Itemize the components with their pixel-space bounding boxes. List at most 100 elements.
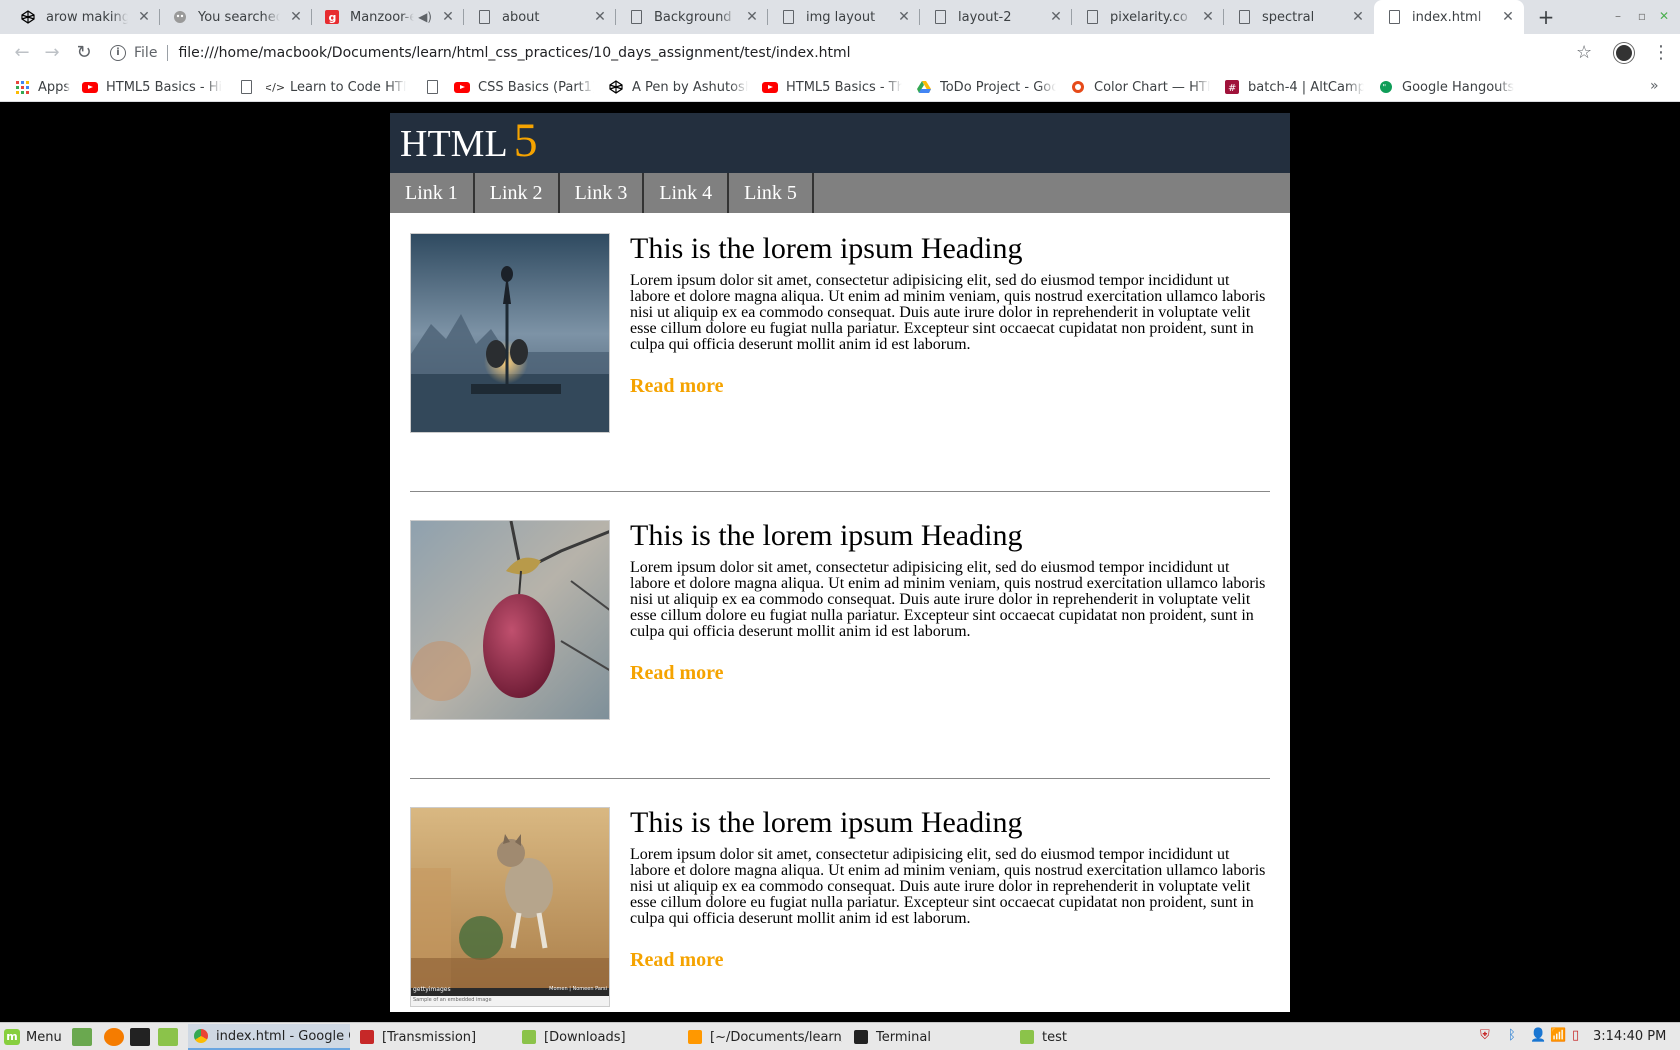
taskbar-item[interactable]: test <box>1014 1024 1174 1050</box>
reload-icon[interactable]: ↻ <box>72 41 96 65</box>
bookmark-item[interactable]: CSS Basics (Part1) – <box>454 78 594 96</box>
bookmark-item[interactable] <box>238 78 254 96</box>
taskbar-item[interactable]: [~/Documents/learn/... <box>682 1024 842 1050</box>
nav-link-2[interactable]: Link 2 <box>475 173 560 213</box>
bookmark-item[interactable]: HTML5 Basics - Hist <box>82 78 222 96</box>
close-icon[interactable]: ✕ <box>896 9 912 25</box>
bookmark-item[interactable] <box>424 78 440 96</box>
new-tab-button[interactable]: + <box>1534 5 1558 29</box>
folder-icon[interactable] <box>158 1028 178 1046</box>
maximize-icon[interactable]: ▫ <box>1634 8 1650 24</box>
close-icon[interactable]: ✕ <box>1200 9 1216 25</box>
wifi-icon[interactable]: 📶 <box>1550 1028 1566 1043</box>
browser-toolbar: ← → ↻ i File file:///home/macbook/Docume… <box>0 34 1680 72</box>
tab-title: Background an <box>654 9 736 25</box>
nav-link-3[interactable]: Link 3 <box>560 173 645 213</box>
bookmark-apps[interactable]: Apps <box>14 78 70 96</box>
bookmarks-bar: Apps HTML5 Basics - Hist </> Learn to Co… <box>0 72 1680 102</box>
close-window-icon[interactable]: ✕ <box>1656 8 1672 24</box>
close-icon[interactable]: ✕ <box>1500 9 1516 25</box>
browser-tab[interactable]: img layout ✕ <box>768 0 920 34</box>
nav-link-1[interactable]: Link 1 <box>390 173 475 213</box>
terminal-icon[interactable] <box>130 1028 150 1046</box>
info-icon[interactable]: i <box>110 45 126 61</box>
site-nav: Link 1 Link 2 Link 3 Link 4 Link 5 <box>390 173 1290 213</box>
document-icon <box>1386 9 1402 25</box>
nav-link-5[interactable]: Link 5 <box>729 173 814 213</box>
browser-tab-active[interactable]: index.html ✕ <box>1374 0 1524 34</box>
address-bar[interactable]: i File file:///home/macbook/Documents/le… <box>110 38 1570 68</box>
bookmark-star-icon[interactable]: ☆ <box>1576 42 1592 63</box>
transmission-icon <box>360 1030 374 1044</box>
chrome-icon <box>194 1029 208 1043</box>
back-arrow-icon[interactable]: ← <box>10 41 34 65</box>
close-icon[interactable]: ✕ <box>440 9 456 25</box>
browser-tab[interactable]: Background an ✕ <box>616 0 768 34</box>
browser-tab[interactable]: You searched fo ✕ <box>160 0 312 34</box>
browser-tab[interactable]: pixelarity.co - tr ✕ <box>1072 0 1224 34</box>
bookmark-item[interactable]: HTML5 Basics - The <box>762 78 902 96</box>
show-desktop-icon[interactable] <box>72 1028 92 1046</box>
read-more-link[interactable]: Read more <box>630 949 724 972</box>
hangouts-icon: " <box>1378 79 1394 95</box>
close-icon[interactable]: ✕ <box>288 9 304 25</box>
document-icon <box>476 9 492 25</box>
close-icon[interactable]: ✕ <box>1048 9 1064 25</box>
url-text[interactable]: file:///home/macbook/Documents/learn/htm… <box>178 45 850 61</box>
browser-tab[interactable]: g Manzoor-e ◀) ✕ <box>312 0 464 34</box>
article-card: This is the lorem ipsum Heading Lorem ip… <box>410 233 1270 492</box>
chevron-double-right-icon[interactable]: » <box>1650 78 1659 94</box>
profile-avatar[interactable] <box>1614 43 1634 63</box>
image-caption: Sample of an embedded image <box>413 997 492 1003</box>
clock[interactable]: 3:14:40 PM <box>1593 1029 1666 1044</box>
menu-kebab-icon[interactable]: ⋮ <box>1652 42 1670 63</box>
google-drive-icon <box>916 79 932 95</box>
minimize-icon[interactable]: – <box>1610 8 1626 24</box>
close-icon[interactable]: ✕ <box>592 9 608 25</box>
start-menu-button[interactable]: m Menu <box>4 1027 62 1047</box>
shield-icon[interactable]: ⛨ <box>1480 1028 1490 1043</box>
bookmark-item[interactable]: Color Chart — HTML <box>1070 78 1210 96</box>
article-heading: This is the lorem ipsum Heading <box>630 232 1023 265</box>
close-icon[interactable]: ✕ <box>1350 9 1366 25</box>
svg-text:#: # <box>1228 83 1236 94</box>
speaker-icon[interactable]: ◀) <box>418 10 432 24</box>
forward-arrow-icon[interactable]: → <box>40 41 64 65</box>
browser-tab[interactable]: spectral ✕ <box>1224 0 1374 34</box>
terminal-icon <box>854 1030 868 1044</box>
gaana-icon: g <box>324 9 340 25</box>
battery-icon[interactable]: ▯ <box>1572 1028 1579 1043</box>
bookmark-item[interactable]: # batch-4 | AltCampu <box>1224 78 1364 96</box>
nav-link-4[interactable]: Link 4 <box>644 173 730 213</box>
browser-tab[interactable]: layout-2 ✕ <box>920 0 1072 34</box>
bluetooth-icon[interactable]: ᛒ <box>1508 1028 1516 1043</box>
article-card: This is the lorem ipsum Heading Lorem ip… <box>410 520 1270 779</box>
browser-tab[interactable]: arow making by ✕ <box>8 0 160 34</box>
browser-tab[interactable]: about ✕ <box>464 0 616 34</box>
bookmark-item[interactable]: </> Learn to Code HTML <box>266 78 406 96</box>
taskbar-item[interactable]: index.html - Google C... <box>188 1024 350 1050</box>
tab-title: You searched fo <box>198 9 280 25</box>
site-logo[interactable]: HTML 5 <box>400 112 538 173</box>
tab-title: arow making by <box>46 9 128 25</box>
close-icon[interactable]: ✕ <box>744 9 760 25</box>
tab-title: Manzoor-e <box>350 9 415 25</box>
youtube-icon <box>82 79 98 95</box>
read-more-link[interactable]: Read more <box>630 662 724 685</box>
document-icon <box>628 9 644 25</box>
taskbar-item[interactable]: [Transmission] <box>354 1024 514 1050</box>
firefox-icon[interactable] <box>104 1028 124 1046</box>
tab-title: pixelarity.co - tr <box>1110 9 1192 25</box>
close-icon[interactable]: ✕ <box>136 9 152 25</box>
page-viewport: HTML 5 Link 1 Link 2 Link 3 Link 4 Link 5 <box>0 103 1680 1012</box>
taskbar-item[interactable]: Terminal <box>848 1024 1008 1050</box>
url-scheme-label: File <box>134 45 158 61</box>
read-more-link[interactable]: Read more <box>630 375 724 398</box>
user-icon[interactable]: 👤 <box>1530 1028 1546 1043</box>
bookmark-item[interactable]: A Pen by Ashutosh S <box>608 78 748 96</box>
bookmark-item[interactable]: " Google Hangouts <box>1378 78 1528 96</box>
bookmark-item[interactable]: ToDo Project - Goog <box>916 78 1056 96</box>
linux-mint-icon: m <box>4 1029 20 1045</box>
taskbar-item[interactable]: [Downloads] <box>516 1024 676 1050</box>
svg-text:": " <box>1383 83 1387 92</box>
